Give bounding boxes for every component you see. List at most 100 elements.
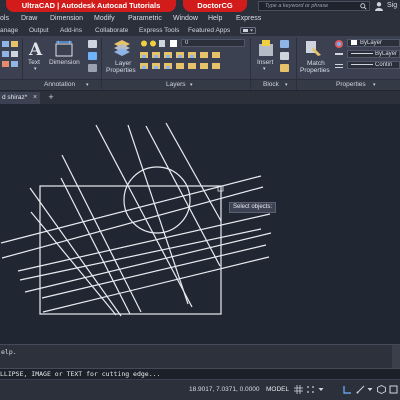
- cad-geometry: [0, 122, 272, 317]
- create-block-icon[interactable]: [280, 40, 289, 48]
- block-expand-icon[interactable]: ▾: [285, 80, 288, 90]
- diagonal-line: [30, 211, 117, 316]
- annotation-panel-footer[interactable]: Annotation ▾: [0, 79, 101, 90]
- lineweight-dropdown[interactable]: Contin: [347, 61, 400, 69]
- text-tool-icon[interactable]: A: [27, 40, 45, 56]
- command-history-text: elp.: [1, 348, 17, 356]
- command-prompt: LLIPSE, IMAGE or TEXT for cutting edge..…: [0, 370, 161, 378]
- ribbon-tab-bar: anage Output Add-ins Collaborate Express…: [0, 25, 400, 36]
- edit-attributes-icon[interactable]: [280, 64, 289, 72]
- insert-label[interactable]: Insert: [257, 59, 273, 66]
- coordinates-readout[interactable]: 18.9017, 7.0371, 0.0000: [189, 386, 259, 393]
- search-icon[interactable]: [360, 3, 367, 10]
- search-input[interactable]: Type a keyword or phrase: [258, 1, 370, 11]
- menu-item-window[interactable]: Window: [173, 13, 198, 25]
- close-icon[interactable]: ×: [30, 92, 40, 103]
- multileader-icon[interactable]: [88, 40, 97, 48]
- color-dropdown[interactable]: ByLayer: [347, 39, 400, 47]
- snap-icon[interactable]: [306, 385, 315, 394]
- table-icon[interactable]: [88, 52, 97, 60]
- brand-pill: UltraCAD | Autodesk Autocad Tutorials: [6, 0, 176, 12]
- title-bar: UltraCAD | Autodesk Autocad Tutorials Do…: [0, 0, 400, 13]
- insert-dropdown-icon[interactable]: ▾: [263, 66, 266, 73]
- insert-block-icon[interactable]: [257, 39, 275, 57]
- layer-properties-icon[interactable]: [112, 39, 132, 57]
- drawing-geometry[interactable]: [0, 104, 400, 344]
- new-tab-icon[interactable]: +: [46, 92, 56, 103]
- shallow-line: [42, 256, 270, 313]
- channel-pill: DoctorCG: [183, 0, 247, 12]
- search-placeholder: Type a keyword or phrase: [265, 3, 329, 9]
- color-swatch: [351, 40, 357, 45]
- sign-in-label[interactable]: Sig: [387, 1, 397, 11]
- chevron-down-icon[interactable]: [318, 385, 324, 394]
- menu-item-express[interactable]: Express: [236, 13, 261, 25]
- menu-item-draw[interactable]: Draw: [21, 13, 37, 25]
- menu-bar: ols Draw Dimension Modify Parametric Win…: [0, 13, 400, 25]
- shallow-line: [1, 186, 264, 259]
- menu-item-parametric[interactable]: Parametric: [128, 13, 162, 25]
- svg-text:A: A: [28, 40, 43, 56]
- properties-panel-title: Properties: [336, 81, 366, 88]
- tab-output[interactable]: Output: [29, 25, 49, 36]
- linetype-sample: [351, 52, 373, 54]
- polar-tracking-icon[interactable]: [356, 385, 365, 394]
- menu-item-tools[interactable]: ols: [0, 13, 9, 25]
- diagonal-line: [127, 124, 189, 305]
- menu-item-modify[interactable]: Modify: [94, 13, 115, 25]
- edit-block-icon[interactable]: [280, 52, 289, 60]
- command-history: elp.: [0, 344, 400, 369]
- layer-tool-icons[interactable]: [140, 51, 246, 79]
- drawing-canvas[interactable]: Select objects:: [0, 104, 400, 344]
- ribbon-panel: A Text ▾ Dimension Layer Properties 0 In…: [0, 36, 400, 90]
- circle-entity: [123, 166, 191, 234]
- layers-panel-title: Layers: [166, 81, 186, 88]
- match-properties-label-line2[interactable]: Properties: [300, 67, 330, 74]
- text-tool-label[interactable]: Text: [28, 59, 40, 66]
- lineweight-dropdown-value: Contin: [375, 62, 393, 68]
- block-panel-title: Block: [263, 81, 279, 88]
- layer-properties-label-line2[interactable]: Properties: [106, 67, 136, 74]
- layer-state-icons[interactable]: [140, 39, 180, 48]
- block-panel-footer[interactable]: Block ▾: [251, 79, 296, 90]
- lineweight-sample: [351, 63, 373, 65]
- modify-tools-icon[interactable]: [0, 39, 20, 79]
- tab-express-tools[interactable]: Express Tools: [139, 25, 179, 36]
- property-icons[interactable]: [334, 39, 344, 75]
- object-snap-icon[interactable]: [389, 385, 398, 394]
- properties-expand-icon[interactable]: ▾: [373, 80, 376, 90]
- tab-featured-apps[interactable]: Featured Apps: [188, 25, 230, 36]
- model-space-toggle[interactable]: MODEL: [266, 386, 289, 393]
- match-properties-icon[interactable]: [304, 39, 322, 57]
- dynamic-input-tooltip: Select objects:: [229, 202, 277, 213]
- markup-icon[interactable]: [88, 64, 97, 72]
- linetype-dropdown[interactable]: ByLayer: [347, 50, 400, 58]
- tab-overflow-icon[interactable]: [240, 27, 256, 34]
- status-bar: 18.9017, 7.0371, 0.0000 MODEL: [0, 379, 400, 400]
- history-scrollbar[interactable]: [392, 345, 400, 369]
- layer-properties-label-line1[interactable]: Layer: [115, 60, 131, 67]
- dimension-tool-icon[interactable]: [54, 40, 74, 57]
- menu-item-help[interactable]: Help: [208, 13, 222, 25]
- dimension-tool-label[interactable]: Dimension: [49, 59, 80, 66]
- menu-item-dimension[interactable]: Dimension: [50, 13, 83, 25]
- properties-panel-footer[interactable]: Properties ▾: [297, 79, 400, 90]
- grid-icon[interactable]: [294, 385, 303, 394]
- command-line-input[interactable]: LLIPSE, IMAGE or TEXT for cutting edge..…: [0, 368, 400, 379]
- isodraft-icon[interactable]: [377, 385, 386, 394]
- polar-dropdown-icon[interactable]: [367, 385, 373, 394]
- ortho-mode-icon[interactable]: [343, 385, 352, 394]
- linetype-dropdown-value: ByLayer: [375, 51, 398, 57]
- user-icon[interactable]: [374, 1, 384, 11]
- tab-collaborate[interactable]: Collaborate: [95, 25, 128, 36]
- match-properties-label-line1[interactable]: Match: [307, 60, 325, 67]
- layers-expand-icon[interactable]: ▾: [190, 80, 193, 90]
- annotation-panel-title: Annotation: [44, 81, 76, 88]
- layer-dropdown[interactable]: 0: [181, 39, 245, 47]
- annotation-expand-icon[interactable]: ▾: [86, 80, 89, 90]
- layers-panel-footer[interactable]: Layers ▾: [102, 79, 250, 90]
- text-dropdown-icon[interactable]: ▾: [34, 66, 37, 73]
- tab-manage[interactable]: anage: [0, 25, 18, 36]
- tab-add-ins[interactable]: Add-ins: [60, 25, 82, 36]
- color-dropdown-value: ByLayer: [360, 40, 383, 47]
